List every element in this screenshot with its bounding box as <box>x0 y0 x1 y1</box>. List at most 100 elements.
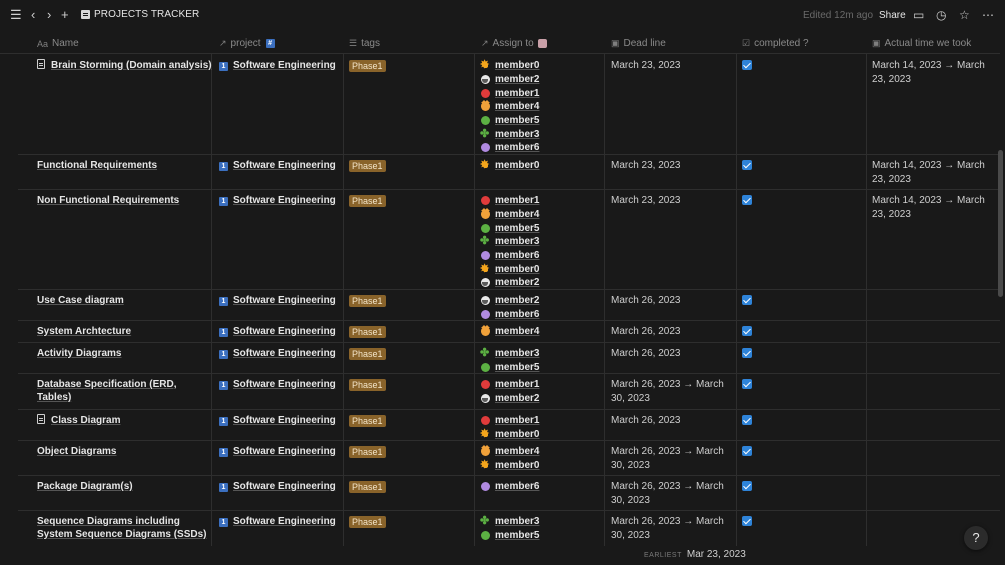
actual-time-value[interactable]: March 14, 2023 → March 23, 2023 <box>872 59 997 86</box>
assignee-item[interactable]: member6 <box>481 480 606 494</box>
column-header-name[interactable]: Aa Name <box>37 38 79 49</box>
completed-checkbox[interactable] <box>742 516 752 526</box>
table-row[interactable]: Activity Diagrams 1 Software Engineering Ph… <box>18 342 1000 374</box>
menu-icon[interactable]: ☰ <box>10 8 22 22</box>
favorite-icon[interactable]: ☆ <box>959 8 970 22</box>
row-title[interactable]: Brain Storming (Domain analysis) <box>37 59 212 72</box>
completed-checkbox[interactable] <box>742 379 752 389</box>
assignee-item[interactable]: member6 <box>481 141 606 155</box>
calculation-footer[interactable]: EARLIEST Mar 23, 2023 <box>644 549 746 560</box>
completed-checkbox[interactable] <box>742 160 752 170</box>
table-row[interactable]: Sequence Diagrams including System Seque… <box>18 510 1000 546</box>
project-relation[interactable]: 1 Software Engineering <box>219 294 345 307</box>
project-relation[interactable]: 1 Software Engineering <box>219 59 345 72</box>
tag-pill[interactable]: Phase1 <box>349 60 386 72</box>
project-relation[interactable]: 1 Software Engineering <box>219 325 345 338</box>
tag-pill[interactable]: Phase1 <box>349 516 386 528</box>
assignee-item[interactable]: member3 <box>480 346 606 361</box>
completed-checkbox[interactable] <box>742 195 752 205</box>
assignee-item[interactable]: member4 <box>481 100 606 114</box>
updates-icon[interactable]: ◷ <box>936 8 946 22</box>
deadline-value[interactable]: March 23, 2023 <box>611 159 731 173</box>
tag-pill[interactable]: Phase1 <box>349 379 386 391</box>
assignee-item[interactable]: member5 <box>481 221 606 235</box>
tag-pill[interactable]: Phase1 <box>349 295 386 307</box>
row-title[interactable]: Sequence Diagrams including System Seque… <box>37 515 212 541</box>
column-header-deadline[interactable]: ▣ Dead line <box>611 38 666 49</box>
comments-icon[interactable]: ▭ <box>913 8 924 22</box>
share-button[interactable]: Share <box>879 10 906 21</box>
table-row[interactable]: Database Specification (ERD, Tables) 1 Sof… <box>18 373 1000 410</box>
deadline-value[interactable]: March 26, 2023 → March 30, 2023 <box>611 445 731 472</box>
assignee-item[interactable]: member2 <box>481 73 606 87</box>
deadline-value[interactable]: March 23, 2023 <box>611 59 731 73</box>
vertical-scrollbar[interactable] <box>998 150 1003 297</box>
row-title[interactable]: Use Case diagram <box>37 294 212 307</box>
tag-pill[interactable]: Phase1 <box>349 415 386 427</box>
assignee-item[interactable]: member4 <box>481 208 606 222</box>
assignee-item[interactable]: member3 <box>480 234 606 249</box>
project-relation[interactable]: 1 Software Engineering <box>219 159 345 172</box>
table-row[interactable]: Non Functional Requirements 1 Software Eng… <box>18 189 1000 290</box>
column-header-project[interactable]: ↗ project # <box>219 38 280 49</box>
tag-pill[interactable]: Phase1 <box>349 326 386 338</box>
tag-pill[interactable]: Phase1 <box>349 481 386 493</box>
completed-checkbox[interactable] <box>742 326 752 336</box>
tag-pill[interactable]: Phase1 <box>349 348 386 360</box>
assignee-item[interactable]: member1 <box>481 414 606 428</box>
assignee-item[interactable]: member5 <box>481 114 606 128</box>
assignee-item[interactable]: member3 <box>480 514 606 529</box>
assignee-item[interactable]: member4 <box>481 325 606 339</box>
assignee-item[interactable]: member1 <box>481 86 606 100</box>
assignee-item[interactable]: member0 <box>480 158 606 173</box>
assignee-item[interactable]: member3 <box>480 127 606 141</box>
assignee-item[interactable]: member0 <box>480 262 606 276</box>
column-header-completed[interactable]: ☑ completed ? <box>742 38 809 49</box>
project-relation[interactable]: 1 Software Engineering <box>219 414 345 427</box>
deadline-value[interactable]: March 26, 2023 → March 30, 2023 <box>611 515 731 542</box>
completed-checkbox[interactable] <box>742 60 752 70</box>
assignee-item[interactable]: member2 <box>481 392 606 406</box>
assignee-item[interactable]: member1 <box>481 194 606 208</box>
breadcrumb[interactable]: PROJECTS TRACKER <box>81 9 199 20</box>
completed-checkbox[interactable] <box>742 348 752 358</box>
table-row[interactable]: Object Diagrams 1 Software Engineering Phas… <box>18 440 1000 476</box>
assignee-item[interactable]: member0 <box>480 58 606 73</box>
column-header-assign[interactable]: ↗ Assign to <box>481 38 547 49</box>
deadline-value[interactable]: March 23, 2023 <box>611 194 731 208</box>
row-title[interactable]: Database Specification (ERD, Tables) <box>37 378 212 404</box>
assignee-item[interactable]: member1 <box>481 378 606 392</box>
forward-icon[interactable]: › <box>47 8 51 22</box>
table-row[interactable]: Brain Storming (Domain analysis) 1 Softwar… <box>18 54 1000 155</box>
row-title[interactable]: System Archtecture <box>37 325 212 338</box>
table-row[interactable]: Use Case diagram 1 Software Engineering Pha… <box>18 289 1000 321</box>
deadline-value[interactable]: March 26, 2023 <box>611 414 731 428</box>
tag-pill[interactable]: Phase1 <box>349 160 386 172</box>
row-title[interactable]: Functional Requirements <box>37 159 212 172</box>
assignee-item[interactable]: member2 <box>481 294 606 308</box>
column-header-tags[interactable]: ☰ tags <box>349 38 380 49</box>
more-icon[interactable]: ⋯ <box>982 8 994 22</box>
actual-time-value[interactable]: March 14, 2023 → March 23, 2023 <box>872 194 997 221</box>
project-relation[interactable]: 1 Software Engineering <box>219 194 345 207</box>
project-relation[interactable]: 1 Software Engineering <box>219 347 345 360</box>
deadline-value[interactable]: March 26, 2023 <box>611 347 731 361</box>
row-title[interactable]: Class Diagram <box>37 414 212 427</box>
project-relation[interactable]: 1 Software Engineering <box>219 515 345 528</box>
assignee-item[interactable]: member2 <box>481 276 606 290</box>
assignee-item[interactable]: member0 <box>480 458 606 473</box>
deadline-value[interactable]: March 26, 2023 <box>611 325 731 339</box>
help-button[interactable]: ? <box>964 526 988 550</box>
column-header-actual[interactable]: ▣ Actual time we took <box>872 38 971 49</box>
back-icon[interactable]: ‹ <box>31 8 35 22</box>
assignee-item[interactable]: member6 <box>481 249 606 263</box>
table-row[interactable]: System Archtecture 1 Software Engineering P… <box>18 320 1000 343</box>
deadline-value[interactable]: March 26, 2023 <box>611 294 731 308</box>
completed-checkbox[interactable] <box>742 481 752 491</box>
row-title[interactable]: Activity Diagrams <box>37 347 212 360</box>
completed-checkbox[interactable] <box>742 295 752 305</box>
completed-checkbox[interactable] <box>742 415 752 425</box>
add-icon[interactable]: + <box>61 8 69 22</box>
row-title[interactable]: Object Diagrams <box>37 445 212 458</box>
row-title[interactable]: Package Diagram(s) <box>37 480 212 493</box>
